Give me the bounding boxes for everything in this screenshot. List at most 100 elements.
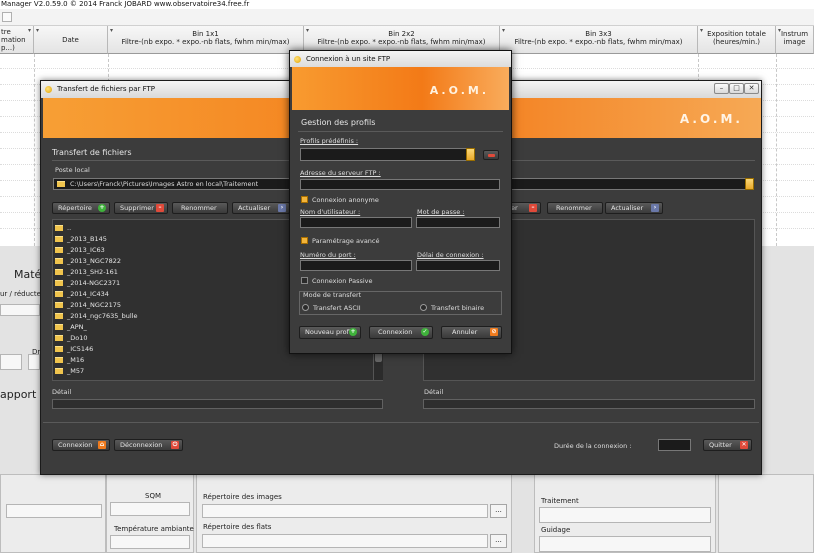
background-tab-button[interactable] (2, 12, 12, 22)
aom-logo: A.O.M. (429, 84, 489, 97)
user-field[interactable] (300, 217, 412, 228)
folder-icon (55, 291, 63, 297)
password-label: Mot de passe : (417, 208, 465, 216)
folder-name: _2014_IC434 (67, 290, 109, 298)
maximize-button[interactable]: □ (729, 83, 744, 94)
repertoire-images-browse-button[interactable]: ... (490, 504, 507, 518)
folder-item[interactable]: .. (55, 224, 71, 232)
col-header-exposition[interactable]: ▾ Exposition totale (heures/min.) (698, 26, 776, 54)
col-header-0[interactable]: ▾ tre mation p...) (0, 26, 34, 54)
folder-item[interactable]: _2014-NGC2371 (55, 279, 120, 287)
repertoire-button[interactable]: Répertoire + (52, 202, 110, 214)
quitter-label: Quitter (709, 441, 732, 449)
supprimer-button[interactable]: Supprimer – (114, 202, 168, 214)
ftp-connexion-label: Connexion (58, 441, 93, 449)
repertoire-flats-field[interactable] (202, 534, 488, 548)
local-path-value: C:\Users\Franck\Pictures\Images Astro en… (70, 180, 259, 188)
folder-name: _2013_B145 (67, 235, 107, 243)
port-field[interactable] (300, 260, 412, 271)
actualiser-button[interactable]: Actualiser › (232, 202, 290, 214)
dialog-connexion-button[interactable]: Connexion ✓ (369, 326, 433, 339)
renommer-button[interactable]: Renommer (172, 202, 228, 214)
renommer-label: Renommer (181, 204, 217, 212)
folder-item[interactable]: _2013_SH2-161 (55, 268, 118, 276)
nouveau-profil-button[interactable]: Nouveau profil + (299, 326, 361, 339)
folder-item[interactable]: _2014_ngc7635_bulle (55, 312, 138, 320)
folder-item[interactable]: _IC5146 (55, 345, 93, 353)
sqm-field[interactable] (110, 502, 190, 516)
folder-name: .. (67, 224, 72, 232)
folder-name: _2013_IC63 (67, 246, 105, 254)
col-header-bin1[interactable]: ▾ Bin 1x1 Filtre-(nb expo. * expo.-nb fla… (108, 26, 304, 54)
delete-profile-button[interactable] (483, 150, 499, 160)
folder-name: _M16 (67, 356, 85, 364)
ascii-radio[interactable] (302, 304, 309, 311)
folder-item[interactable]: _2013_IC63 (55, 246, 105, 254)
supprimer-label: Supprimer (120, 204, 154, 212)
minimize-button[interactable]: – (714, 83, 729, 94)
guidage-field[interactable] (539, 536, 711, 552)
traitement-label: Traitement (541, 497, 579, 505)
quitter-button[interactable]: Quitter ✕ (703, 439, 752, 451)
delai-field[interactable] (416, 260, 500, 271)
remote-path-dropdown[interactable] (745, 178, 754, 190)
folder-item[interactable]: _2013_NGC7822 (55, 257, 121, 265)
detail-left-field[interactable] (52, 399, 383, 409)
connection-dialog: Connexion à un site FTP A.O.M. Gestion d… (289, 50, 512, 354)
passive-checkbox[interactable] (301, 277, 308, 284)
annuler-button[interactable]: Annuler ⊘ (441, 326, 502, 339)
background-app-title: Manager V2.0.59.0 © 2014 Franck JOBARD w… (0, 0, 814, 9)
password-field[interactable] (416, 217, 500, 228)
dialog-title: Connexion à un site FTP (306, 55, 391, 63)
deconnexion-button[interactable]: Déconnexion ⏻ (114, 439, 183, 451)
col-dropdown-icon: ▾ (110, 27, 114, 34)
folder-item[interactable]: _M57 (55, 367, 84, 375)
col-header-bin3[interactable]: ▾ Bin 3x3 Filtre-(nb expo. * expo.-nb fla… (500, 26, 698, 54)
power-icon: ⏻ (171, 441, 179, 449)
plus-circle-icon: + (349, 328, 357, 336)
detail-left-label: Détail (52, 388, 72, 396)
col-header-label: Exposition totale (heures/min.) (707, 30, 766, 46)
transfer-section-title: Transfert de fichiers (52, 148, 132, 157)
remote-path-field[interactable] (496, 178, 754, 190)
ftp-connexion-button[interactable]: Connexion ⌂ (52, 439, 110, 451)
folder-item[interactable]: _Do10 (55, 334, 88, 342)
detail-right-field[interactable] (423, 399, 755, 409)
folder-item[interactable]: _APN_ (55, 323, 87, 331)
repertoire-flats-label: Répertoire des flats (203, 523, 272, 531)
anonyme-label: Connexion anonyme (312, 196, 379, 204)
folder-item[interactable]: _2014_IC434 (55, 290, 109, 298)
avance-checkbox[interactable] (301, 237, 308, 244)
col-dropdown-icon: ▾ (306, 27, 310, 34)
traitement-field[interactable] (539, 507, 711, 523)
dialog-titlebar[interactable]: Connexion à un site FTP (290, 51, 511, 67)
binaire-radio[interactable] (420, 304, 427, 311)
folder-icon (55, 236, 63, 242)
remote-actualiser-button[interactable]: Actualiser › (605, 202, 663, 214)
temperature-field[interactable] (110, 535, 190, 549)
folder-item[interactable]: _2014_NGC2175 (55, 301, 121, 309)
bg-field[interactable] (28, 354, 40, 370)
adresse-field[interactable] (300, 179, 500, 190)
separator (298, 131, 503, 132)
profils-combo[interactable] (300, 148, 475, 161)
profils-dropdown-button[interactable] (466, 148, 475, 161)
reducteur-field[interactable] (0, 304, 40, 316)
col-header-instrument[interactable]: ▾ Instrum image (776, 26, 814, 54)
bg-field[interactable] (0, 354, 22, 370)
close-button[interactable]: ✕ (744, 83, 759, 94)
folder-icon (55, 324, 63, 330)
folder-name: _APN_ (67, 323, 87, 331)
repertoire-flats-browse-button[interactable]: ... (490, 534, 507, 548)
anonyme-checkbox[interactable] (301, 196, 308, 203)
folder-icon (55, 247, 63, 253)
remote-renommer-button[interactable]: Renommer (547, 202, 603, 214)
folder-item[interactable]: _2013_B145 (55, 235, 107, 243)
dialog-connexion-label: Connexion (378, 328, 413, 336)
col-header-date[interactable]: ▾ Date (34, 26, 108, 54)
folder-item[interactable]: _M16 (55, 356, 84, 364)
local-path-field[interactable]: C:\Users\Franck\Pictures\Images Astro en… (53, 178, 293, 190)
repertoire-images-field[interactable] (202, 504, 488, 518)
bg-field[interactable] (6, 504, 102, 518)
repertoire-images-label: Répertoire des images (203, 493, 282, 501)
